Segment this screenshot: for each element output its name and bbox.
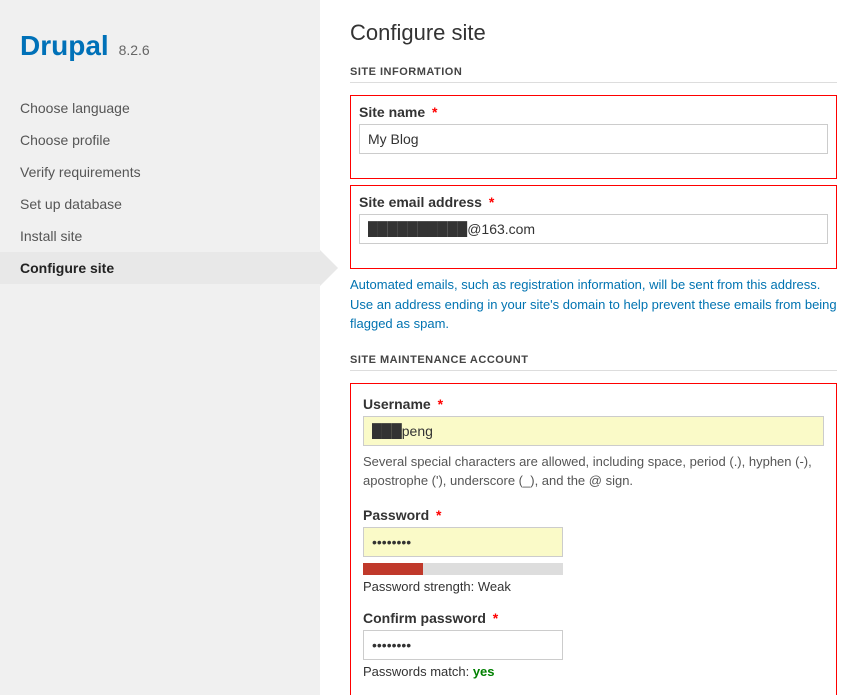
site-name-required: * — [432, 104, 437, 120]
password-required: * — [436, 507, 441, 523]
maintenance-block: Username * Several special characters ar… — [350, 383, 837, 695]
sidebar-item-set-up-database[interactable]: Set up database — [0, 188, 320, 220]
password-group: Password * Password strength: Weak — [363, 507, 824, 594]
username-help: Several special characters are allowed, … — [363, 452, 824, 491]
password-strength-bar-fill — [363, 563, 423, 575]
drupal-logo: Drupal — [20, 30, 109, 61]
site-email-group: Site email address * — [359, 194, 828, 244]
nav-list: Choose language Choose profile Verify re… — [0, 92, 320, 284]
site-email-field-wrapper: Site email address * — [350, 185, 837, 269]
site-email-display — [359, 214, 828, 244]
password-strength-text: Password strength: Weak — [363, 579, 824, 594]
maintenance-section: SITE MAINTENANCE ACCOUNT Username * Seve… — [350, 354, 837, 695]
confirm-password-required: * — [493, 610, 498, 626]
site-email-help: Automated emails, such as registration i… — [350, 275, 837, 334]
username-required: * — [438, 396, 443, 412]
logo-area: Drupal 8.2.6 — [0, 20, 320, 92]
confirm-password-label: Confirm password * — [363, 610, 824, 626]
sidebar-item-verify-requirements[interactable]: Verify requirements — [0, 156, 320, 188]
password-strength-bar-bg — [363, 563, 563, 575]
page-title: Configure site — [350, 20, 837, 46]
password-strength-bar-area: Password strength: Weak — [363, 563, 824, 594]
username-input[interactable] — [363, 416, 824, 446]
confirm-password-input[interactable] — [363, 630, 563, 660]
sidebar-item-configure-site[interactable]: Configure site — [0, 252, 320, 284]
sidebar-item-choose-language[interactable]: Choose language — [0, 92, 320, 124]
site-information-section: SITE INFORMATION Site name * Site email … — [350, 66, 837, 334]
sidebar: Drupal 8.2.6 Choose language Choose prof… — [0, 0, 320, 695]
site-email-label: Site email address * — [359, 194, 828, 210]
username-group: Username * Several special characters ar… — [363, 396, 824, 491]
drupal-version: 8.2.6 — [119, 42, 150, 58]
sidebar-item-install-site[interactable]: Install site — [0, 220, 320, 252]
password-input[interactable] — [363, 527, 563, 557]
site-name-label: Site name * — [359, 104, 828, 120]
site-name-field-wrapper: Site name * — [350, 95, 837, 179]
site-name-group: Site name * — [359, 104, 828, 154]
passwords-match-value: yes — [473, 664, 495, 679]
site-email-input[interactable] — [359, 214, 828, 244]
sidebar-item-choose-profile[interactable]: Choose profile — [0, 124, 320, 156]
main-content: Configure site SITE INFORMATION Site nam… — [320, 0, 867, 695]
site-name-input[interactable] — [359, 124, 828, 154]
confirm-password-group: Confirm password * Passwords match: yes — [363, 610, 824, 679]
site-information-label: SITE INFORMATION — [350, 66, 837, 83]
maintenance-label: SITE MAINTENANCE ACCOUNT — [350, 354, 837, 371]
site-email-required: * — [489, 194, 494, 210]
username-label: Username * — [363, 396, 824, 412]
passwords-match-text: Passwords match: yes — [363, 664, 824, 679]
password-label: Password * — [363, 507, 824, 523]
